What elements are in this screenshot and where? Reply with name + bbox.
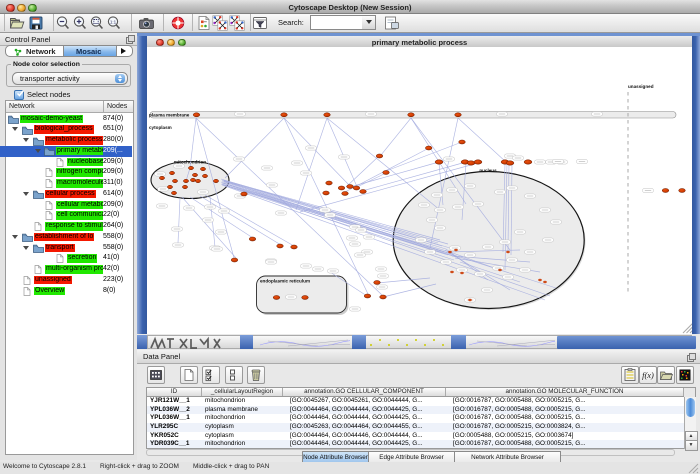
svg-text:nucleus: nucleus	[479, 168, 497, 173]
svg-text:f(x): f(x)	[642, 370, 654, 380]
svg-text:endoplasmic reticulum: endoplasmic reticulum	[260, 279, 310, 284]
svg-text:unassigned: unassigned	[628, 84, 654, 89]
svg-text:plasma membrane: plasma membrane	[149, 113, 190, 118]
svg-text:cytoplasm: cytoplasm	[149, 125, 172, 130]
